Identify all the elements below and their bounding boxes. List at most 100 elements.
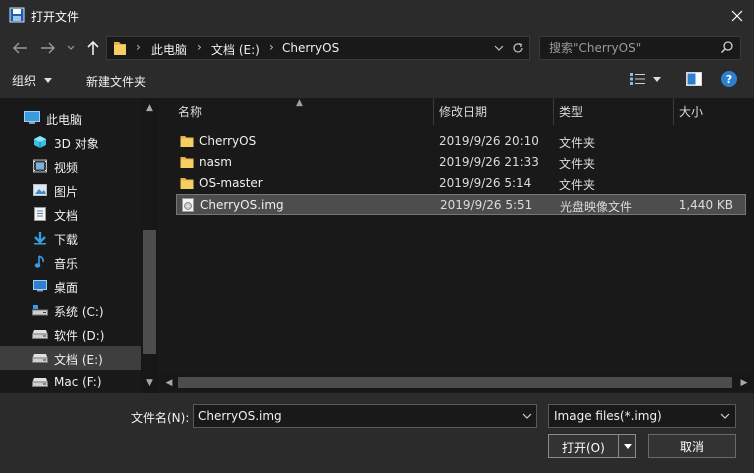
caret-down-icon [623, 443, 632, 449]
sidebar-item-this-pc[interactable]: 此电脑 [0, 106, 141, 130]
recent-locations-button[interactable] [63, 37, 79, 59]
file-size: 1,440 KB [678, 198, 733, 212]
disc-image-icon [181, 198, 195, 212]
sidebar-item-drive-c[interactable]: 系统 (C:) [0, 298, 141, 322]
file-type-dropdown-button[interactable] [715, 405, 735, 427]
search-box [539, 36, 741, 60]
file-date: 2019/9/26 5:14 [439, 176, 532, 190]
folder-icon [180, 155, 194, 169]
chevron-right-icon: › [136, 40, 141, 54]
file-row[interactable]: OS-master 2019/9/26 5:14 文件夹 [176, 173, 746, 194]
sidebar-item-downloads[interactable]: 下载 [0, 226, 141, 250]
filename-dropdown-button[interactable] [517, 405, 537, 427]
sidebar-item-label: 桌面 [54, 281, 79, 295]
file-row[interactable]: CherryOS 2019/9/26 20:10 文件夹 [176, 131, 746, 152]
pictures-icon [32, 182, 48, 198]
chevron-down-icon [67, 45, 75, 50]
title-bar: 打开文件 [0, 0, 754, 32]
breadcrumb-drive-e[interactable]: 文档 (E:) [211, 41, 260, 58]
sidebar-item-drive-d[interactable]: 软件 (D:) [0, 322, 141, 346]
cancel-button[interactable]: 取消 [648, 434, 736, 458]
system-drive-icon [32, 302, 48, 318]
column-header-date[interactable]: 修改日期 [433, 98, 554, 125]
breadcrumb-cherryos[interactable]: CherryOS [282, 41, 339, 55]
navigation-pane: 此电脑 3D 对象 视频 图片 文档 下载 音乐 桌面 系统 (C:) 软件 (… [0, 98, 159, 393]
download-icon [32, 230, 48, 246]
video-icon [32, 158, 48, 174]
scroll-left-arrow-icon[interactable]: ◀ [162, 374, 176, 391]
scrollbar-thumb[interactable] [143, 230, 156, 354]
preview-pane-button[interactable] [686, 72, 702, 89]
sidebar-item-music[interactable]: 音乐 [0, 250, 141, 274]
scroll-right-arrow-icon[interactable]: ▶ [737, 374, 751, 391]
app-icon [9, 7, 25, 23]
file-name: CherryOS [199, 134, 257, 148]
sidebar-item-3d-objects[interactable]: 3D 对象 [0, 130, 141, 154]
file-type: 文件夹 [559, 157, 596, 171]
sidebar-item-label: 此电脑 [46, 113, 83, 127]
address-bar[interactable]: › 此电脑 › 文档 (E:) › CherryOS [106, 36, 530, 60]
music-icon [32, 254, 48, 270]
file-type-select[interactable]: Image files(*.img) [548, 404, 736, 428]
organize-button[interactable]: 组织 [12, 72, 53, 89]
sidebar-item-documents[interactable]: 文档 [0, 202, 141, 226]
up-button[interactable] [81, 37, 105, 59]
column-header-type[interactable]: 类型 [553, 98, 674, 125]
close-button[interactable] [719, 0, 754, 32]
open-button[interactable]: 打开(O) [548, 434, 636, 458]
file-date: 2019/9/26 21:33 [439, 155, 539, 169]
sidebar-item-drive-f[interactable]: Mac (F:) [0, 370, 141, 393]
dialog-footer: 文件名(N): Image files(*.img) 打开(O) 取消 [0, 393, 754, 473]
sidebar-item-videos[interactable]: 视频 [0, 154, 141, 178]
breadcrumb-this-pc[interactable]: 此电脑 [151, 41, 187, 58]
drive-icon [32, 326, 48, 342]
window-title: 打开文件 [31, 10, 80, 24]
file-date: 2019/9/26 20:10 [439, 134, 539, 148]
details-view-icon [630, 73, 645, 85]
sidebar-item-label: 3D 对象 [54, 137, 99, 151]
filename-combobox [193, 404, 537, 428]
horizontal-scrollbar[interactable]: ◀ ▶ [160, 374, 754, 391]
sidebar-item-drive-e[interactable]: 文档 (E:) [0, 346, 141, 370]
drive-icon [32, 374, 48, 390]
sidebar-item-desktop[interactable]: 桌面 [0, 274, 141, 298]
help-button[interactable]: ? [721, 71, 737, 87]
sidebar-item-pictures[interactable]: 图片 [0, 178, 141, 202]
file-date: 2019/9/26 5:51 [440, 198, 533, 212]
close-icon [731, 10, 742, 22]
chevron-down-icon [522, 413, 532, 419]
open-options-button[interactable] [619, 435, 636, 457]
sidebar-item-label: 音乐 [54, 257, 79, 271]
file-name: CherryOS.img [200, 198, 284, 212]
forward-button[interactable] [36, 37, 60, 59]
chevron-down-icon [720, 413, 730, 419]
filename-input[interactable] [194, 405, 514, 427]
organize-label: 组织 [12, 74, 37, 88]
search-input[interactable] [540, 37, 715, 59]
navigation-pane-scrollbar[interactable]: ▲ ▼ [141, 98, 158, 393]
sidebar-item-label: 软件 (D:) [54, 329, 105, 343]
file-type: 文件夹 [559, 178, 596, 192]
search-icon[interactable] [720, 40, 734, 57]
scroll-down-arrow-icon[interactable]: ▼ [141, 375, 158, 391]
file-row[interactable]: nasm 2019/9/26 21:33 文件夹 [176, 152, 746, 173]
computer-icon [24, 110, 40, 126]
desktop-icon [32, 278, 48, 294]
back-button[interactable] [8, 37, 32, 59]
file-row-selected[interactable]: CherryOS.img 2019/9/26 5:51 光盘映像文件 1,440… [176, 194, 746, 215]
scroll-up-arrow-icon[interactable]: ▲ [141, 100, 158, 116]
file-name: nasm [199, 155, 232, 169]
refresh-button[interactable] [509, 38, 527, 58]
new-folder-button[interactable]: 新建文件夹 [86, 73, 146, 90]
address-history-dropdown[interactable] [490, 38, 508, 58]
scrollbar-thumb[interactable] [178, 377, 732, 388]
open-button-label: 打开(O) [562, 441, 605, 455]
sidebar-item-label: 系统 (C:) [54, 305, 104, 319]
folder-icon [113, 40, 127, 59]
filename-label: 文件名(N): [131, 411, 190, 425]
change-view-button[interactable] [629, 72, 661, 86]
3d-objects-icon [32, 134, 48, 150]
drive-icon [32, 350, 48, 366]
column-header-size[interactable]: 大小 [673, 98, 754, 125]
column-header-name[interactable]: 名称 [172, 98, 434, 125]
